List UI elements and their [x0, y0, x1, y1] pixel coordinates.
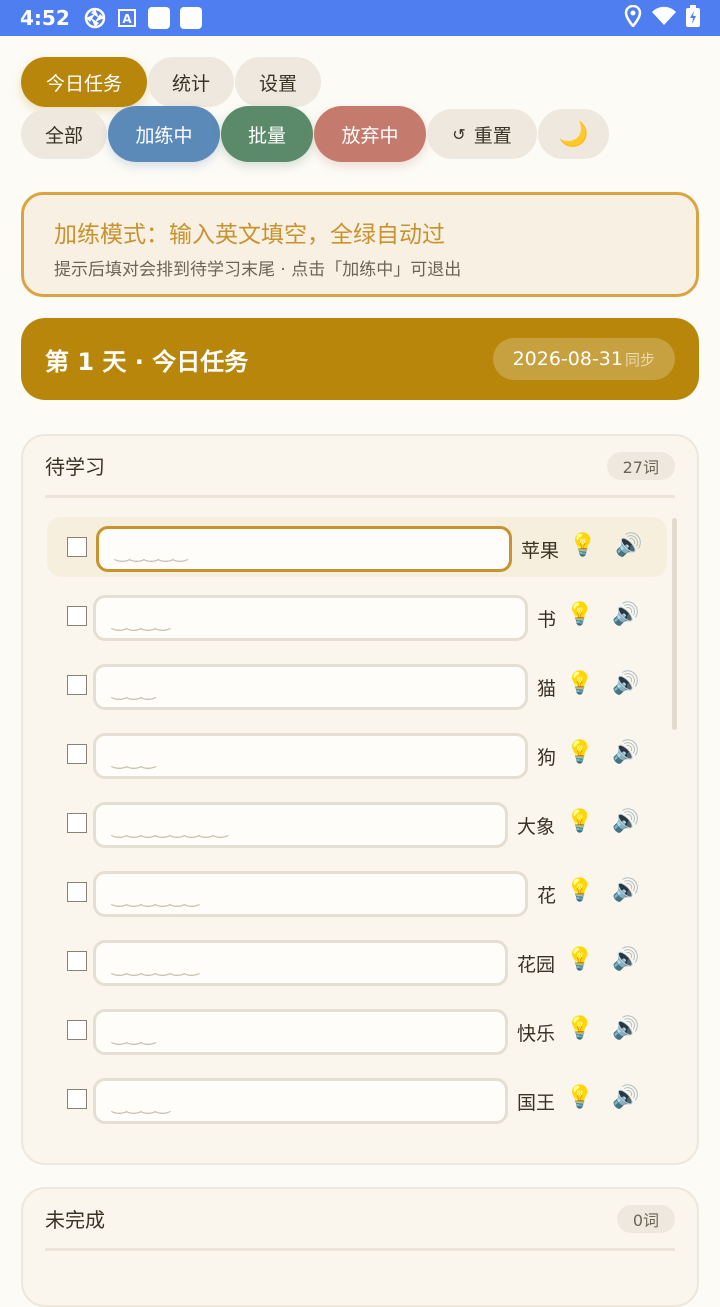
filter-giveup-button[interactable]: 放弃中 — [314, 106, 426, 162]
item-checkbox[interactable] — [67, 882, 87, 902]
hint-bulb-icon[interactable]: 💡 — [566, 1085, 593, 1110]
hint-bulb-icon[interactable]: 💡 — [566, 809, 593, 834]
speaker-icon[interactable]: 🔊 — [612, 602, 639, 627]
list-item — [47, 931, 87, 991]
incomplete-title: 未完成 — [45, 1208, 105, 1232]
tab-statistics[interactable]: 统计 — [148, 57, 234, 107]
svg-text:A: A — [122, 12, 132, 26]
item-checkbox[interactable] — [67, 537, 87, 557]
pending-card: 待学习 27词 ‿‿‿‿‿ 苹果 💡 🔊 ‿‿‿‿ 书 💡 🔊 ‿‿‿ 猫 💡 … — [21, 434, 699, 1165]
hint-bulb-icon[interactable]: 💡 — [569, 533, 596, 558]
item-checkbox[interactable] — [67, 813, 87, 833]
item-word: 苹果 — [521, 540, 560, 562]
answer-input[interactable]: ‿‿‿‿ — [93, 1078, 508, 1124]
answer-input[interactable]: ‿‿‿‿ — [93, 595, 528, 641]
hint-bulb-icon[interactable]: 💡 — [566, 671, 593, 696]
answer-input[interactable]: ‿‿‿‿‿‿‿‿ — [93, 802, 508, 848]
item-word: 狗 — [537, 747, 557, 769]
day-header: 第 1 天 · 今日任务 2026-08-31 同步 — [21, 318, 699, 400]
pending-title: 待学习 — [45, 455, 105, 479]
item-word: 国王 — [517, 1092, 556, 1114]
wifi-icon — [652, 6, 676, 30]
speaker-icon[interactable]: 🔊 — [612, 1016, 639, 1041]
list-scrollbar[interactable] — [672, 518, 677, 730]
status-time: 4:52 — [20, 6, 70, 30]
item-checkbox[interactable] — [67, 675, 87, 695]
answer-input[interactable]: ‿‿‿ — [93, 1009, 508, 1055]
speaker-icon[interactable]: 🔊 — [612, 809, 639, 834]
tab-today-tasks[interactable]: 今日任务 — [21, 57, 147, 107]
text-a-icon: A — [116, 7, 138, 29]
aperture-icon — [84, 7, 106, 29]
tab-settings[interactable]: 设置 — [235, 57, 321, 107]
moon-icon: 🌙 — [558, 120, 589, 148]
incomplete-header: 未完成 0词 — [45, 1189, 675, 1251]
status-bar: 4:52 A — [0, 0, 720, 36]
list-item — [47, 586, 87, 646]
answer-input[interactable]: ‿‿‿‿‿‿ — [93, 940, 508, 986]
incomplete-card: 未完成 0词 — [21, 1187, 699, 1307]
answer-input[interactable]: ‿‿‿ — [93, 664, 528, 710]
theme-toggle-button[interactable]: 🌙 — [538, 109, 609, 159]
speaker-icon[interactable]: 🔊 — [612, 947, 639, 972]
pending-count-badge: 27词 — [606, 451, 675, 480]
day-title: 第 1 天 · 今日任务 — [45, 347, 249, 376]
list-item — [47, 655, 87, 715]
filter-batch-button[interactable]: 批量 — [221, 106, 313, 162]
item-word: 书 — [537, 609, 557, 631]
list-item — [47, 1000, 87, 1060]
date-sync-button[interactable]: 2026-08-31 同步 — [492, 338, 675, 380]
speaker-icon[interactable]: 🔊 — [612, 740, 639, 765]
item-word: 花园 — [517, 954, 556, 976]
speaker-icon[interactable]: 🔊 — [612, 878, 639, 903]
list-item — [47, 862, 87, 922]
reset-label: 重置 — [473, 124, 512, 147]
notification-icon — [147, 7, 170, 29]
answer-input[interactable]: ‿‿‿ — [93, 733, 528, 779]
date-label: 2026-08-31 — [512, 348, 623, 370]
notice-subtitle: 提示后填对会排到待学习末尾 · 点击「加练中」可退出 — [54, 260, 462, 280]
speaker-icon[interactable]: 🔊 — [612, 671, 639, 696]
list-item — [47, 1069, 87, 1129]
item-checkbox[interactable] — [67, 744, 87, 764]
notification-icon-2 — [179, 7, 202, 29]
filter-practice-button[interactable]: 加练中 — [108, 106, 220, 162]
incomplete-count-badge: 0词 — [616, 1204, 675, 1233]
item-word: 花 — [537, 885, 557, 907]
hint-bulb-icon[interactable]: 💡 — [566, 947, 593, 972]
reset-icon: ↺ — [452, 124, 466, 144]
sync-label: 同步 — [624, 350, 655, 369]
reset-button[interactable]: ↺ 重置 — [427, 109, 537, 159]
answer-input[interactable]: ‿‿‿‿‿ — [96, 526, 512, 572]
practice-mode-notice: 加练模式：输入英文填空，全绿自动过 提示后填对会排到待学习末尾 · 点击「加练中… — [21, 192, 699, 297]
item-checkbox[interactable] — [67, 951, 87, 971]
pending-header: 待学习 27词 — [45, 436, 675, 498]
item-word: 快乐 — [517, 1023, 556, 1045]
item-word: 大象 — [517, 816, 556, 838]
speaker-icon[interactable]: 🔊 — [612, 1085, 639, 1110]
notice-title: 加练模式：输入英文填空，全绿自动过 — [54, 222, 445, 248]
hint-bulb-icon[interactable]: 💡 — [566, 602, 593, 627]
hint-bulb-icon[interactable]: 💡 — [566, 740, 593, 765]
battery-icon — [686, 5, 700, 31]
list-item — [47, 793, 87, 853]
item-checkbox[interactable] — [67, 1089, 87, 1109]
list-item — [47, 724, 87, 784]
filter-all-button[interactable]: 全部 — [21, 109, 107, 159]
hint-bulb-icon[interactable]: 💡 — [566, 1016, 593, 1041]
item-checkbox[interactable] — [67, 1020, 87, 1040]
hint-bulb-icon[interactable]: 💡 — [566, 878, 593, 903]
item-word: 猫 — [537, 678, 557, 700]
speaker-icon[interactable]: 🔊 — [615, 533, 642, 558]
answer-input[interactable]: ‿‿‿‿‿‿ — [93, 871, 528, 917]
location-icon — [624, 4, 642, 31]
item-checkbox[interactable] — [67, 606, 87, 626]
